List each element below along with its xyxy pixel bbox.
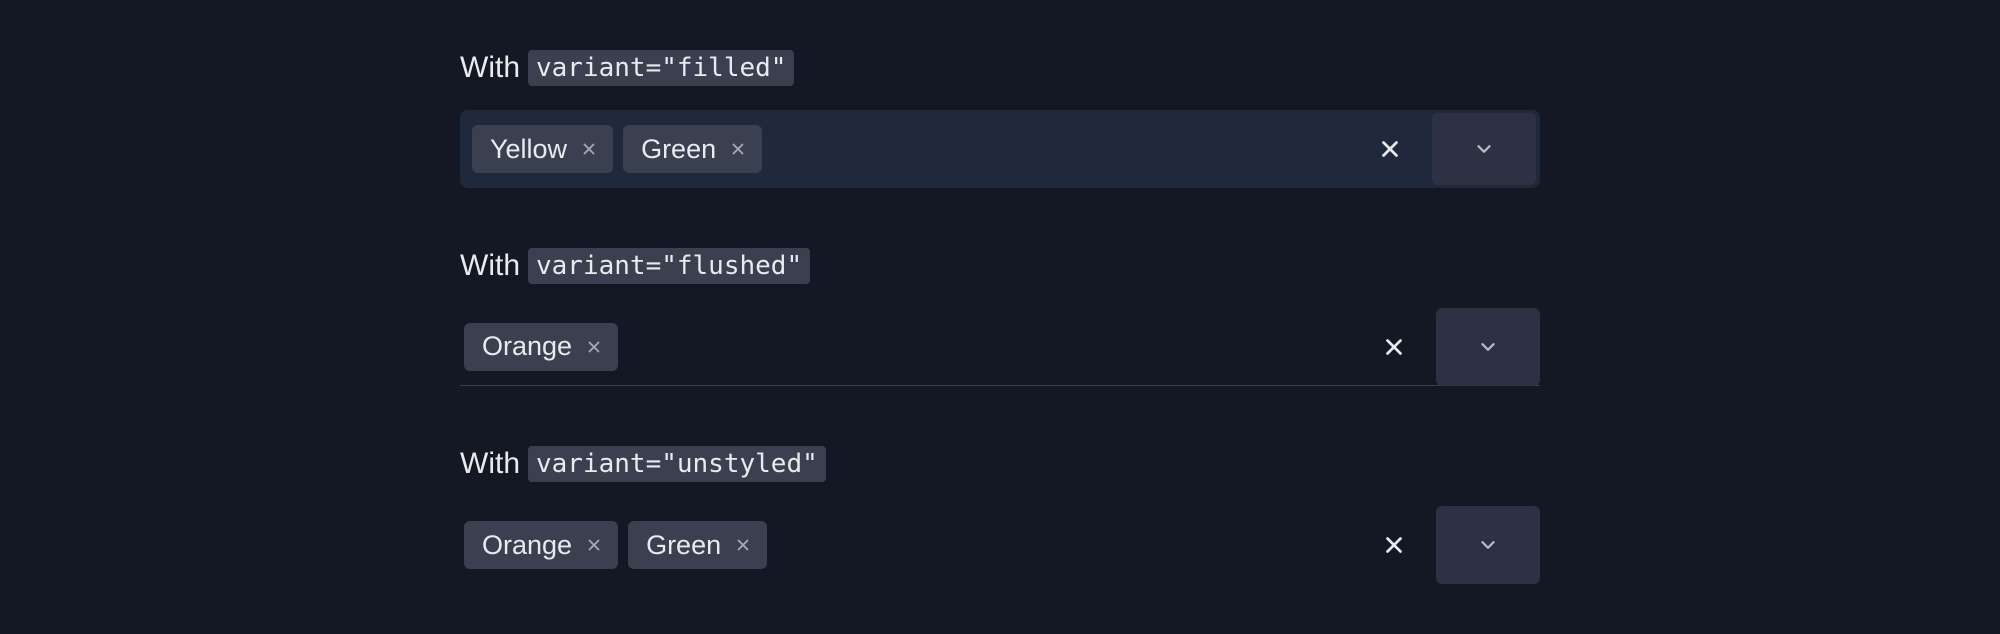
heading-unstyled: With variant="unstyled": [460, 446, 1540, 482]
tag-orange: Orange: [464, 521, 618, 569]
controls: [1372, 308, 1540, 386]
tag-label: Orange: [482, 331, 572, 362]
clear-icon[interactable]: [1372, 325, 1416, 369]
tag-orange: Orange: [464, 323, 618, 371]
heading-filled: With variant="filled": [460, 50, 1540, 86]
controls: [1368, 113, 1536, 185]
controls: [1372, 506, 1540, 584]
tags-container: Orange Green: [464, 521, 1372, 569]
tag-label: Green: [641, 134, 716, 165]
close-icon[interactable]: [584, 535, 604, 555]
tag-label: Orange: [482, 530, 572, 561]
chevron-down-icon[interactable]: [1432, 113, 1536, 185]
heading-code: variant="flushed": [528, 248, 810, 284]
heading-prefix: With: [460, 447, 520, 481]
tag-green: Green: [628, 521, 767, 569]
tags-container: Orange: [464, 323, 1372, 371]
tag-yellow: Yellow: [472, 125, 613, 173]
multiselect-filled[interactable]: Yellow Green: [460, 110, 1540, 188]
tag-label: Green: [646, 530, 721, 561]
heading-prefix: With: [460, 51, 520, 85]
tags-container: Yellow Green: [472, 125, 1368, 173]
chevron-down-icon[interactable]: [1436, 506, 1540, 584]
example-filled: With variant="filled" Yellow Green: [460, 50, 1540, 188]
close-icon[interactable]: [728, 139, 748, 159]
example-unstyled: With variant="unstyled" Orange Green: [460, 446, 1540, 584]
multiselect-unstyled[interactable]: Orange Green: [460, 506, 1540, 584]
chevron-down-icon[interactable]: [1436, 308, 1540, 386]
example-flushed: With variant="flushed" Orange: [460, 248, 1540, 386]
close-icon[interactable]: [579, 139, 599, 159]
tag-label: Yellow: [490, 134, 567, 165]
heading-prefix: With: [460, 249, 520, 283]
heading-flushed: With variant="flushed": [460, 248, 1540, 284]
heading-code: variant="unstyled": [528, 446, 826, 482]
close-icon[interactable]: [584, 337, 604, 357]
clear-icon[interactable]: [1368, 127, 1412, 171]
heading-code: variant="filled": [528, 50, 794, 86]
clear-icon[interactable]: [1372, 523, 1416, 567]
multiselect-flushed[interactable]: Orange: [460, 308, 1540, 386]
tag-green: Green: [623, 125, 762, 173]
close-icon[interactable]: [733, 535, 753, 555]
